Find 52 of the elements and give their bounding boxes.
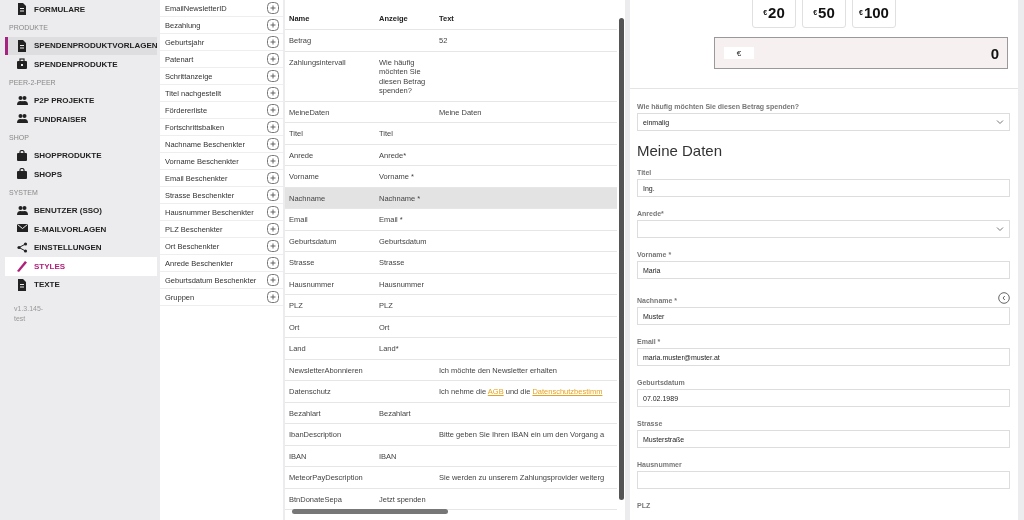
add-icon[interactable] bbox=[267, 87, 279, 99]
document-icon bbox=[17, 39, 28, 52]
sidebar-item[interactable]: BENUTZER (SSO) bbox=[5, 201, 157, 220]
document-icon bbox=[17, 3, 28, 16]
people-icon bbox=[17, 113, 28, 126]
add-icon[interactable] bbox=[267, 2, 279, 14]
document-icon bbox=[17, 278, 28, 291]
add-icon[interactable] bbox=[267, 172, 279, 184]
vertical-scrollbar[interactable] bbox=[619, 18, 624, 500]
add-icon[interactable] bbox=[267, 223, 279, 235]
add-icon[interactable] bbox=[267, 53, 279, 65]
amount-field[interactable]: € 0 bbox=[714, 37, 1008, 69]
sidebar-item[interactable]: SHOPS bbox=[5, 165, 157, 184]
amount-value: 0 bbox=[990, 44, 999, 62]
select-field[interactable] bbox=[637, 220, 1010, 238]
chevron-down-icon bbox=[996, 119, 1004, 125]
sidebar-item[interactable]: E-MAILVORLAGEN bbox=[5, 220, 157, 239]
add-icon[interactable] bbox=[267, 274, 279, 286]
add-icon[interactable] bbox=[267, 257, 279, 269]
pen-icon bbox=[17, 260, 28, 273]
horizontal-scrollbar[interactable] bbox=[292, 509, 448, 514]
add-icon[interactable] bbox=[267, 291, 279, 303]
sidebar-item[interactable]: SPENDENPRODUKTE bbox=[5, 55, 157, 74]
people-icon bbox=[17, 94, 28, 107]
input-field[interactable] bbox=[637, 471, 1010, 489]
share-icon bbox=[17, 241, 28, 254]
sidebar-item[interactable]: EINSTELLUNGEN bbox=[5, 238, 157, 257]
currency-label: € bbox=[724, 47, 754, 59]
add-icon[interactable] bbox=[267, 70, 279, 82]
bag-icon bbox=[17, 168, 28, 181]
sidebar-item[interactable]: FORMULARE bbox=[5, 0, 157, 19]
add-icon[interactable] bbox=[267, 240, 279, 252]
add-icon[interactable] bbox=[267, 121, 279, 133]
sidebar-item[interactable]: P2P PROJEKTE bbox=[5, 91, 157, 110]
sidebar-item[interactable]: SHOPPRODUKTE bbox=[5, 146, 157, 165]
add-icon[interactable] bbox=[267, 104, 279, 116]
people-icon bbox=[17, 204, 28, 217]
sidebar-item[interactable]: SPENDENPRODUKTVORLAGEN bbox=[5, 36, 157, 55]
chevron-down-icon bbox=[996, 226, 1004, 232]
add-icon[interactable] bbox=[267, 19, 279, 31]
section-title: Meine Daten bbox=[637, 142, 724, 159]
info-icon[interactable] bbox=[998, 292, 1010, 304]
add-icon[interactable] bbox=[267, 206, 279, 218]
box-icon bbox=[17, 58, 28, 71]
sidebar-item[interactable]: TEXTE bbox=[5, 275, 157, 294]
sidebar-item[interactable]: STYLES bbox=[5, 257, 157, 276]
add-icon[interactable] bbox=[267, 189, 279, 201]
bag-icon bbox=[17, 149, 28, 162]
add-icon[interactable] bbox=[267, 36, 279, 48]
add-icon[interactable] bbox=[267, 138, 279, 150]
add-icon[interactable] bbox=[267, 155, 279, 167]
sidebar-item[interactable]: FUNDRAISER bbox=[5, 110, 157, 129]
